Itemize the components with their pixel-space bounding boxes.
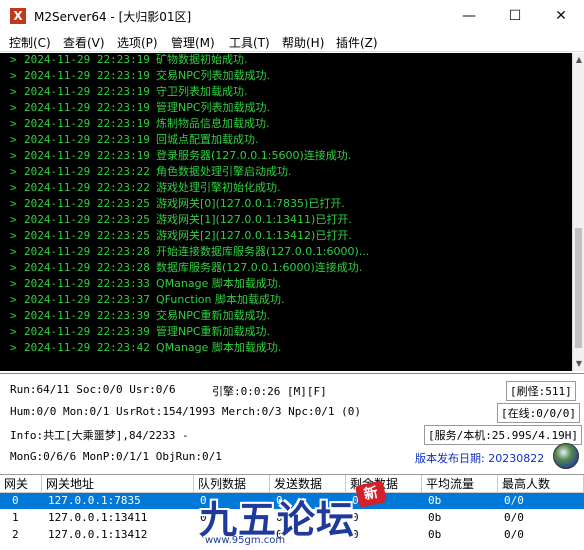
cell-avg-traffic: 0b [428,494,442,507]
log-line: >2024-11-29 22:23:19 登录服务器(127.0.0.1:5600… [10,149,352,162]
log-line: >2024-11-29 22:23:19 交易NPC列表加载成功. [10,69,271,82]
cell-queue: 0 [200,494,207,507]
table-row[interactable]: 0 127.0.0.1:7835 0 0 0 0b 0/0 [0,493,584,509]
table-row[interactable]: 1 127.0.0.1:13411 0 0 0 0b 0/0 [0,510,584,526]
log-line: >2024-11-29 22:23:42 QManage 脚本加载成功. [10,341,282,354]
menu-manage[interactable]: 管理(M) [171,34,215,51]
online-count: [在线:0/0/0] [497,403,580,423]
log-line: >2024-11-29 22:23:19 矿物数据初始成功. [10,53,248,66]
title-bar: X M2Server64 - [大归影01区] — ☐ ✕ [0,0,584,32]
log-line: >2024-11-29 22:23:28 数据库服务器(127.0.0.1:600… [10,261,363,274]
col-header-queue[interactable]: 队列数据 [194,475,270,493]
cell-sent: 0 [276,528,283,541]
log-console[interactable]: >2024-11-29 22:23:19 矿物数据初始成功. >2024-11-2… [0,53,572,371]
cell-sent: 0 [276,494,283,507]
cell-queue: 0 [200,511,207,524]
log-line: >2024-11-29 22:23:25 游戏网关[2](127.0.0.1:13… [10,229,352,242]
log-line: >2024-11-29 22:23:22 游戏处理引擎初始化成功. [10,181,281,194]
close-button[interactable]: ✕ [538,0,584,32]
cell-gateway: 2 [12,528,19,541]
log-line: >2024-11-29 22:23:37 QFunction 脚本加载成功. [10,293,285,306]
cell-max-users: 0/0 [504,511,524,524]
cell-gateway: 1 [12,511,19,524]
version-date: 版本发布日期: 20230822 [415,452,545,465]
col-header-avg-traffic[interactable]: 平均流量 [422,475,498,493]
run-stats: Run:64/11 Soc:0/0 Usr:0/6 [10,383,176,396]
refresh-monster-count: [刷怪:511] [506,381,576,401]
log-line: >2024-11-29 22:23:19 回城点配置加载成功. [10,133,259,146]
menu-help[interactable]: 帮助(H) [282,34,324,51]
cell-gateway: 0 [12,494,19,507]
table-row[interactable]: 2 127.0.0.1:13412 0 0 0 0b 0/0 [0,527,584,543]
globe-icon [553,443,579,469]
cell-max-users: 0/0 [504,494,524,507]
cell-avg-traffic: 0b [428,528,442,541]
cell-remaining: 0 [352,494,359,507]
menu-bar: 控制(C) 查看(V) 选项(P) 管理(M) 工具(T) 帮助(H) 插件(Z… [0,32,584,52]
cell-max-users: 0/0 [504,528,524,541]
maximize-button[interactable]: ☐ [492,0,538,32]
cell-sent: 0 [276,511,283,524]
engine-time: 引擎:0:0:26 [M][F] [212,385,327,398]
col-header-gateway[interactable]: 网关 [0,475,42,493]
scroll-up-icon[interactable]: ▲ [573,53,584,67]
window-title: M2Server64 - [大归影01区] [34,10,192,24]
app-icon[interactable]: X [10,8,26,24]
cell-remaining: 0 [352,511,359,524]
log-line: >2024-11-29 22:23:28 开始连接数据库服务器(127.0.0.1… [10,245,370,258]
menu-control[interactable]: 控制(C) [9,34,51,51]
cell-avg-traffic: 0b [428,511,442,524]
scroll-thumb[interactable] [575,228,582,348]
cell-address: 127.0.0.1:13412 [48,528,148,541]
gateway-table: 网关 网关地址 队列数据 发送数据 剩余数据 平均流量 最高人数 0 127.0… [0,474,584,550]
cell-address: 127.0.0.1:13411 [48,511,148,524]
log-line: >2024-11-29 22:23:22 角色数据处理引擎启动成功. [10,165,292,178]
log-line: >2024-11-29 22:23:39 管理NPC重新加载成功. [10,325,271,338]
menu-view[interactable]: 查看(V) [63,34,105,51]
log-line: >2024-11-29 22:23:19 守卫列表加载成功. [10,85,248,98]
col-header-max-users[interactable]: 最高人数 [498,475,584,493]
mon-stats: MonG:0/6/6 MonP:0/1/1 ObjRun:0/1 [10,450,222,463]
cell-address: 127.0.0.1:7835 [48,494,141,507]
scroll-down-icon[interactable]: ▼ [573,357,584,371]
menu-tools[interactable]: 工具(T) [229,34,270,51]
log-line: >2024-11-29 22:23:39 交易NPC重新加载成功. [10,309,271,322]
log-line: >2024-11-29 22:23:33 QManage 脚本加载成功. [10,277,282,290]
log-line: >2024-11-29 22:23:25 游戏网关[1](127.0.0.1:13… [10,213,352,226]
info-text: Info:共工[大乘噩梦],84/2233 - [10,429,189,442]
log-scrollbar[interactable]: ▲ ▼ [572,53,584,371]
log-line: >2024-11-29 22:23:25 游戏网关[0](127.0.0.1:78… [10,197,345,210]
cell-queue: 0 [200,528,207,541]
minimize-button[interactable]: — [446,0,492,32]
col-header-address[interactable]: 网关地址 [42,475,194,493]
menu-plugins[interactable]: 插件(Z) [336,34,378,51]
log-line: >2024-11-29 22:23:19 炼制物品信息加载成功. [10,117,270,130]
col-header-remaining[interactable]: 剩余数据 [346,475,422,493]
hum-stats: Hum:0/0 Mon:0/1 UsrRot:154/1993 Merch:0/… [10,405,361,418]
col-header-sent[interactable]: 发送数据 [270,475,346,493]
log-line: >2024-11-29 22:23:19 管理NPC列表加载成功. [10,101,271,114]
service-stats: [服务/本机:25.99S/4.19H] [424,425,582,445]
menu-options[interactable]: 选项(P) [117,34,158,51]
cell-remaining: 0 [352,528,359,541]
